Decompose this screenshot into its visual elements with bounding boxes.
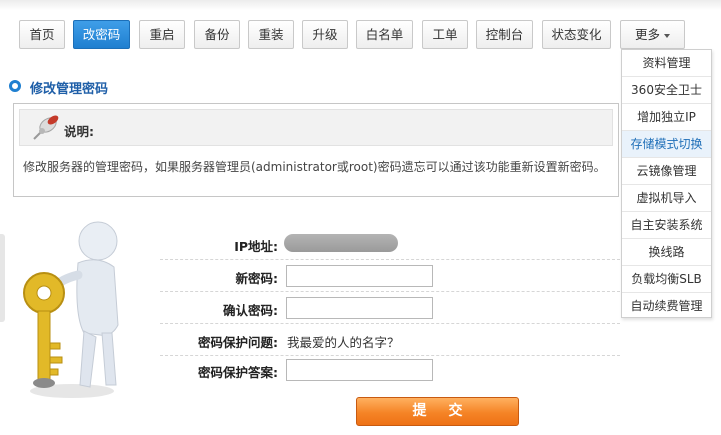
ip-address-row: IP地址: <box>160 228 620 260</box>
new-password-row: 新密码: <box>160 260 620 292</box>
security-answer-label: 密码保护答案: <box>198 365 278 380</box>
menu-item-self-install-os[interactable]: 自主安装系统 <box>622 212 711 239</box>
security-answer-row: 密码保护答案: <box>160 354 620 386</box>
info-box-header: 说明: <box>19 109 613 146</box>
nav-backup-button[interactable]: 备份 <box>194 20 240 49</box>
confirm-password-row: 确认密码: <box>160 292 620 324</box>
key-person-illustration <box>23 221 119 398</box>
confirm-password-input[interactable] <box>286 297 433 319</box>
nav-ticket-button[interactable]: 工单 <box>422 20 468 49</box>
info-description: 修改服务器的管理密码，如果服务器管理员(administrator或root)密… <box>23 160 606 174</box>
nav-upgrade-button[interactable]: 升级 <box>302 20 348 49</box>
info-box: 说明: 修改服务器的管理密码，如果服务器管理员(administrator或ro… <box>13 103 619 197</box>
menu-item-storage-mode-switch[interactable]: 存储模式切换 <box>622 131 711 158</box>
nav-console-button[interactable]: 控制台 <box>476 20 533 49</box>
action-nav-bar: 首页 改密码 重启 备份 重装 升级 白名单 工单 控制台 状态变化 更多 <box>0 20 721 50</box>
section-bullet-icon <box>9 80 21 92</box>
menu-item-360-security[interactable]: 360安全卫士 <box>622 77 711 104</box>
nav-status-change-button[interactable]: 状态变化 <box>542 20 611 49</box>
menu-item-auto-renewal[interactable]: 自动续费管理 <box>622 293 711 320</box>
more-dropdown-menu: 资料管理 360安全卫士 增加独立IP 存储模式切换 云镜像管理 虚拟机导入 自… <box>621 49 712 318</box>
ip-address-label: IP地址: <box>234 239 278 254</box>
new-password-label: 新密码: <box>235 271 279 286</box>
ip-address-value-redacted <box>284 234 398 252</box>
new-password-input[interactable] <box>286 265 433 287</box>
menu-item-switch-line[interactable]: 换线路 <box>622 239 711 266</box>
submit-button[interactable]: 提交 <box>356 397 519 426</box>
nav-home-button[interactable]: 首页 <box>19 20 65 49</box>
confirm-password-label: 确认密码: <box>223 303 278 318</box>
info-heading: 说明: <box>64 124 94 139</box>
nav-reinstall-button[interactable]: 重装 <box>248 20 294 49</box>
security-question-label: 密码保护问题: <box>198 335 278 350</box>
security-answer-input[interactable] <box>286 359 433 381</box>
security-question-row: 密码保护问题: 我最爱的人的名字？ <box>160 324 620 356</box>
side-scroll-tab[interactable] <box>0 234 5 322</box>
nav-change-password-button[interactable]: 改密码 <box>73 20 130 49</box>
security-question-value: 我最爱的人的名字？ <box>287 335 400 350</box>
menu-item-cloud-image-management[interactable]: 云镜像管理 <box>622 158 711 185</box>
menu-item-profile-management[interactable]: 资料管理 <box>622 50 711 77</box>
nav-more-label: 更多 <box>634 27 660 42</box>
chevron-down-icon <box>664 33 670 38</box>
nav-more-button[interactable]: 更多 <box>620 20 685 49</box>
menu-item-add-dedicated-ip[interactable]: 增加独立IP <box>622 104 711 131</box>
pushpin-icon <box>33 115 59 140</box>
nav-reboot-button[interactable]: 重启 <box>139 20 185 49</box>
menu-item-load-balancer-slb[interactable]: 负载均衡SLB <box>622 266 711 293</box>
top-shade <box>0 0 721 10</box>
nav-whitelist-button[interactable]: 白名单 <box>356 20 413 49</box>
section-title-text: 修改管理密码 <box>30 82 109 97</box>
menu-item-vm-import[interactable]: 虚拟机导入 <box>622 185 711 212</box>
